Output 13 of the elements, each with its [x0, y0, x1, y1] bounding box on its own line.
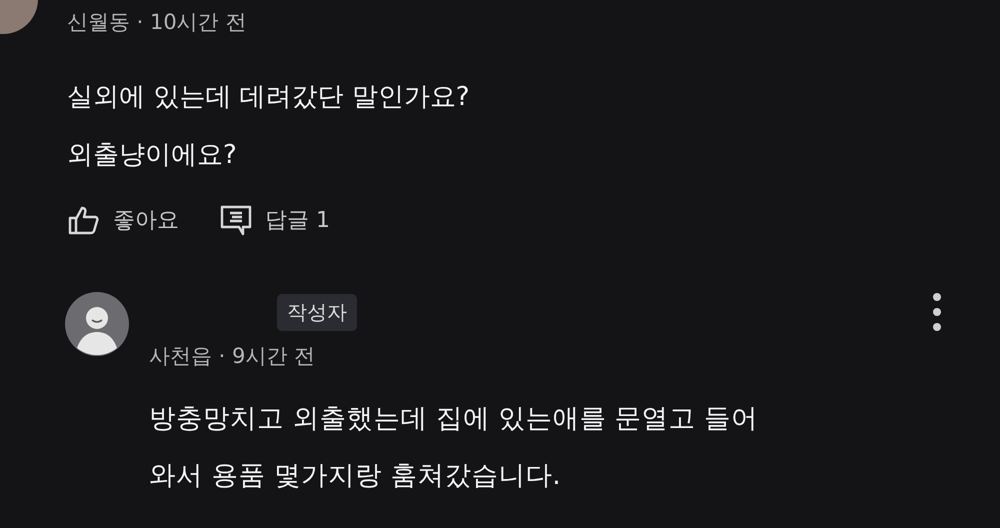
thumbs-up-icon — [67, 205, 101, 235]
reply-text: 방충망치고 외출했는데 집에 있는애를 문열고 들어 — [149, 402, 760, 436]
like-button[interactable]: 좋아요 — [67, 204, 179, 236]
author-badge: 작성자 — [277, 294, 357, 330]
comment-text: 외출냥이에요? — [67, 139, 238, 172]
more-options-icon[interactable] — [932, 292, 942, 332]
comment-meta: 신월동 · 10시간 전 — [67, 9, 248, 36]
reply-meta: 사천읍 · 9시간 전 — [149, 343, 316, 370]
default-avatar-icon — [65, 292, 129, 356]
reply-button[interactable]: 답글 1 — [219, 204, 330, 236]
reply-text: 와서 용품 몇가지랑 훔쳐갔습니다. — [149, 459, 562, 493]
comment-text: 실외에 있는데 데려갔단 말인가요? — [67, 81, 471, 114]
comment-icon — [219, 204, 253, 236]
